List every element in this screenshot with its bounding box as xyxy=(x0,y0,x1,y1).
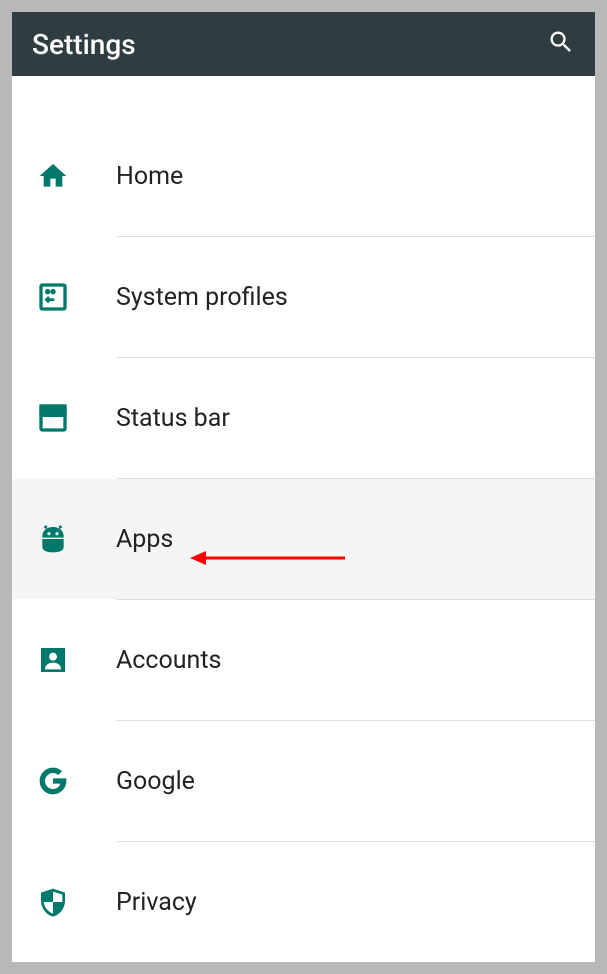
item-label: System profiles xyxy=(116,283,288,312)
item-label: Home xyxy=(116,162,183,191)
item-label: Apps xyxy=(116,525,173,554)
home-icon xyxy=(32,160,74,192)
settings-list: Home System profiles Statu xyxy=(12,76,595,962)
settings-item-apps[interactable]: Apps xyxy=(12,479,595,599)
settings-item-accounts[interactable]: Accounts xyxy=(12,600,595,720)
google-icon xyxy=(32,765,74,797)
item-label: Google xyxy=(116,767,195,796)
apps-icon xyxy=(32,523,74,555)
page-title: Settings xyxy=(32,28,136,61)
settings-item-home[interactable]: Home xyxy=(12,116,595,236)
item-label: Privacy xyxy=(116,888,197,917)
item-label: Status bar xyxy=(116,404,230,433)
privacy-icon xyxy=(32,886,74,918)
settings-screen: Settings Home xyxy=(12,12,595,962)
settings-item-privacy[interactable]: Privacy xyxy=(12,842,595,962)
item-label: Accounts xyxy=(116,646,221,675)
settings-item-status-bar[interactable]: Status bar xyxy=(12,358,595,478)
statusbar-icon xyxy=(32,402,74,434)
app-header: Settings xyxy=(12,12,595,76)
search-icon[interactable] xyxy=(547,28,575,60)
settings-item-system-profiles[interactable]: System profiles xyxy=(12,237,595,357)
accounts-icon xyxy=(32,644,74,676)
settings-item-google[interactable]: Google xyxy=(12,721,595,841)
profiles-icon xyxy=(32,281,74,313)
